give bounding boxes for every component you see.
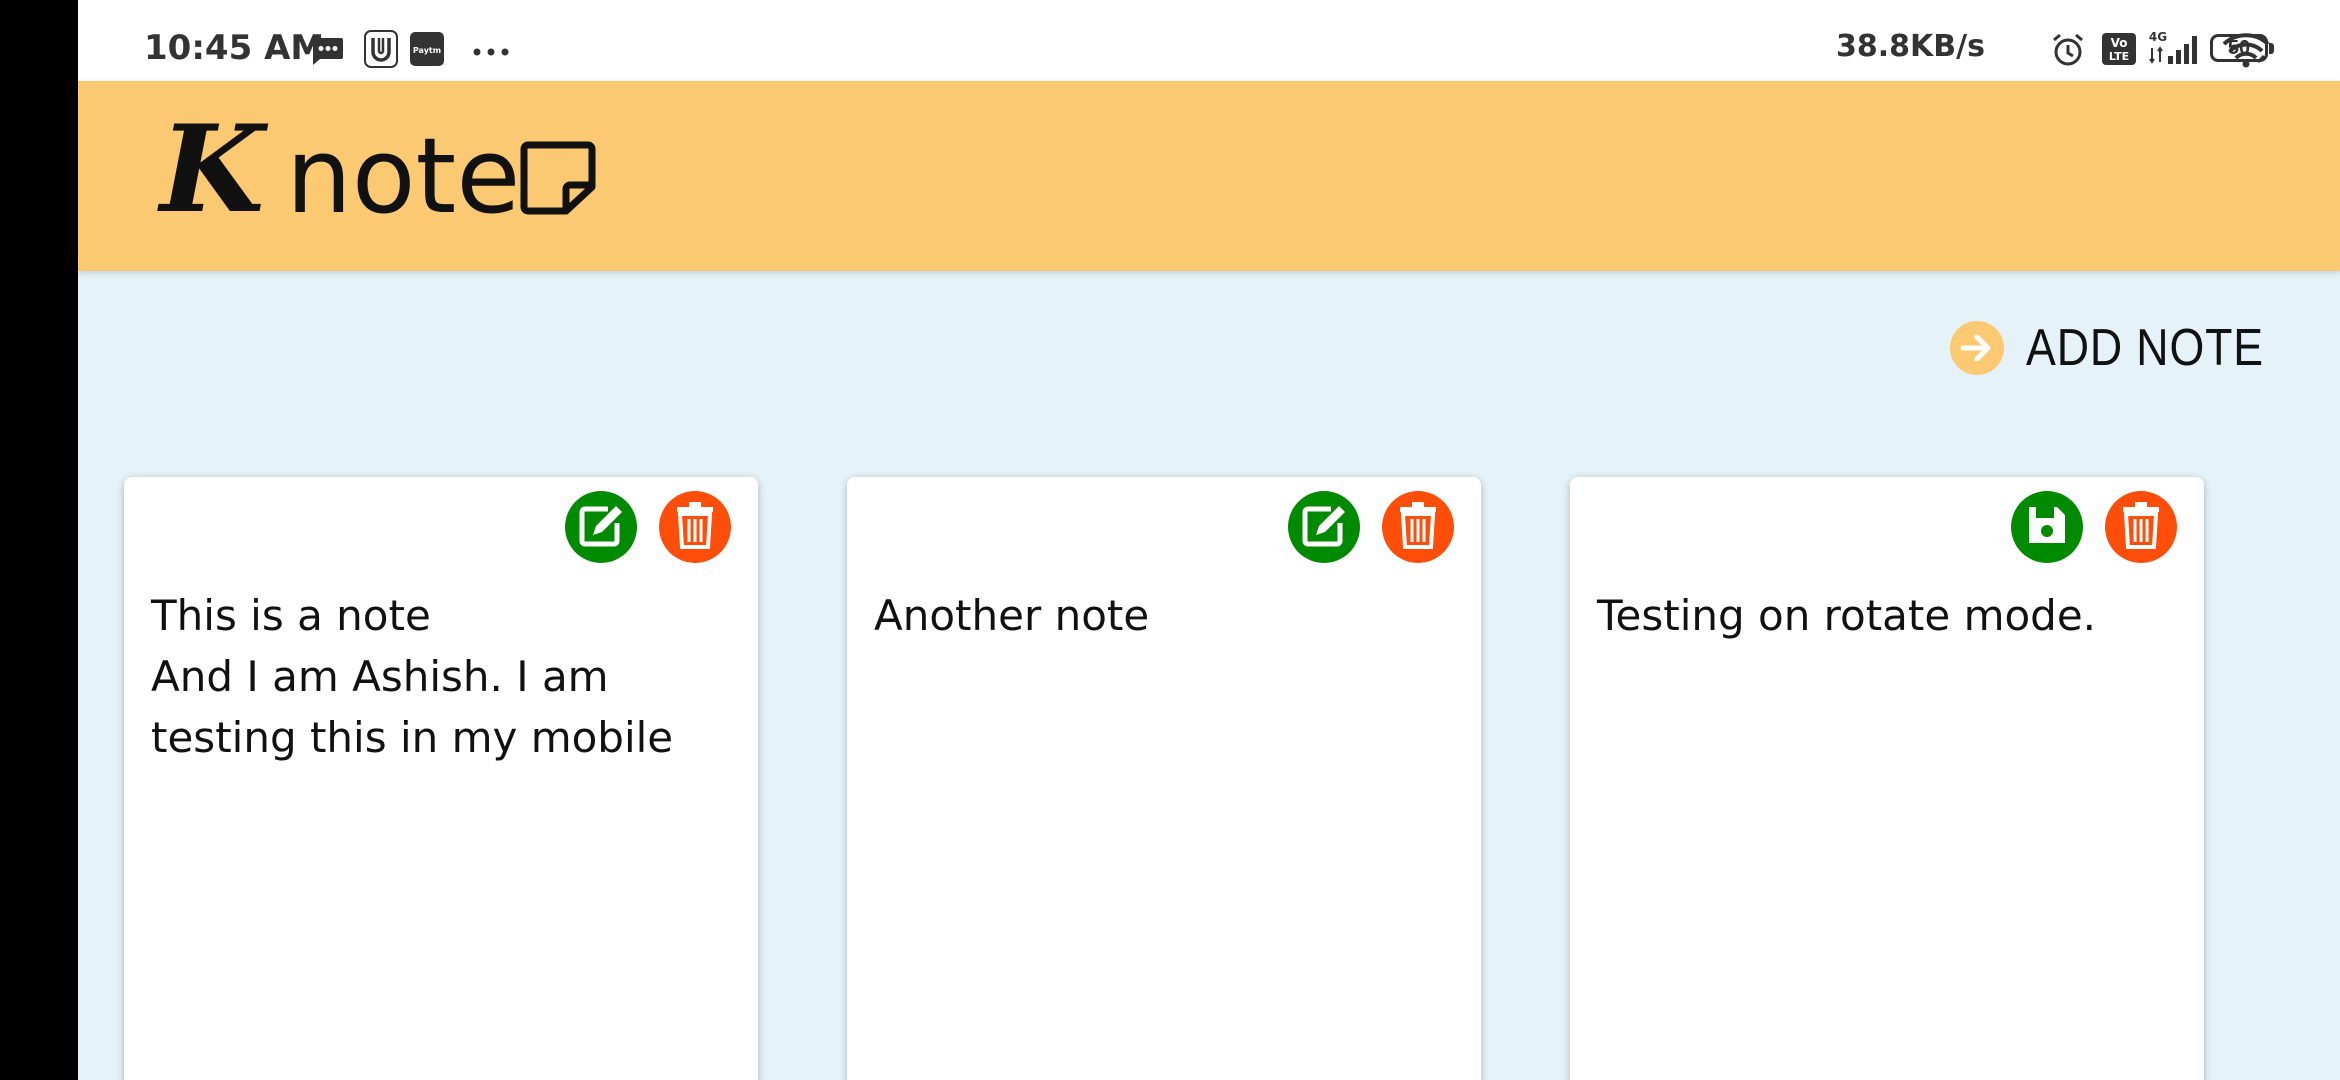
paytm-icon: Paytm bbox=[410, 32, 444, 71]
paytm-label: Paytm bbox=[413, 46, 441, 55]
note-content[interactable]: This is a note And I am Ashish. I am tes… bbox=[151, 585, 738, 768]
trash-icon bbox=[675, 501, 715, 554]
arrow-right-circle-icon bbox=[1950, 321, 2004, 375]
edit-icon bbox=[578, 503, 624, 552]
battery-icon: 50 bbox=[2210, 34, 2274, 62]
note-card: This is a note And I am Ashish. I am tes… bbox=[124, 477, 758, 1080]
logo-text: note bbox=[286, 115, 521, 237]
network-speed: 38.8KB/s bbox=[1836, 29, 1985, 64]
note-editor[interactable]: Testing on rotate mode. bbox=[1597, 585, 2184, 646]
svg-text:LTE: LTE bbox=[2109, 50, 2129, 63]
signal-4g-icon: 4G bbox=[2148, 30, 2206, 71]
sticky-note-icon bbox=[520, 141, 596, 220]
message-icon bbox=[310, 36, 344, 71]
note-card: Another note bbox=[847, 477, 1481, 1080]
delete-note-button[interactable] bbox=[659, 491, 731, 563]
svg-text:4G: 4G bbox=[2149, 30, 2167, 44]
app-header: K note bbox=[78, 81, 2340, 271]
add-note-button[interactable]: ADD NOTE bbox=[1950, 318, 2303, 378]
trash-icon bbox=[1398, 501, 1438, 554]
trash-icon bbox=[2121, 501, 2161, 554]
delete-note-button[interactable] bbox=[2105, 491, 2177, 563]
add-note-label: ADD NOTE bbox=[2026, 319, 2264, 377]
svg-text:Vo: Vo bbox=[2111, 36, 2128, 50]
status-bar: 10:45 AM Paytm 38.8KB/s Vo LTE 4G 50 bbox=[78, 0, 2340, 81]
app-screen: 10:45 AM Paytm 38.8KB/s Vo LTE 4G 50 K n… bbox=[78, 0, 2340, 1080]
more-dots-icon bbox=[472, 44, 512, 62]
edit-icon bbox=[1301, 503, 1347, 552]
edit-note-button[interactable] bbox=[565, 491, 637, 563]
upi-icon bbox=[364, 30, 398, 73]
delete-note-button[interactable] bbox=[1382, 491, 1454, 563]
edit-note-button[interactable] bbox=[1288, 491, 1360, 563]
note-content[interactable]: Another note bbox=[874, 585, 1461, 646]
save-icon bbox=[2025, 503, 2069, 552]
status-time: 10:45 AM bbox=[144, 28, 325, 68]
save-note-button[interactable] bbox=[2011, 491, 2083, 563]
alarm-icon bbox=[2050, 32, 2086, 73]
note-card: Testing on rotate mode. bbox=[1570, 477, 2204, 1080]
volte-icon: Vo LTE bbox=[2102, 33, 2136, 70]
logo-letter: K bbox=[160, 99, 265, 240]
